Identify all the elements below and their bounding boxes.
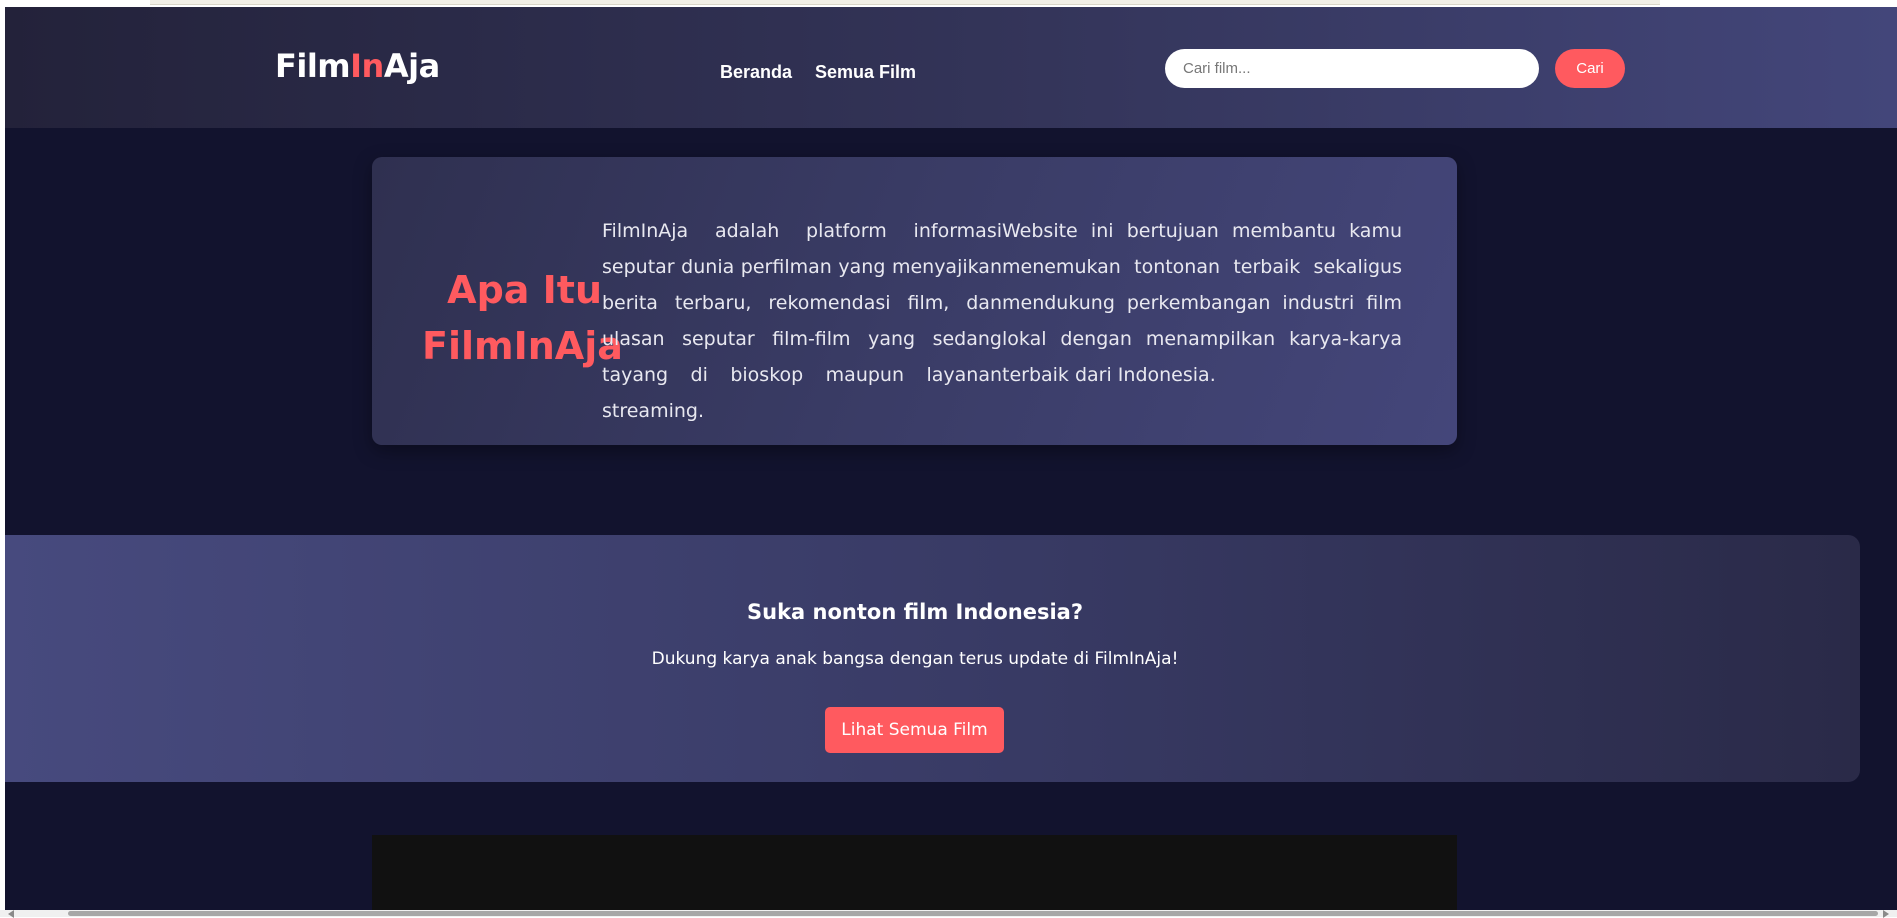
cta-banner: Suka nonton film Indonesia? Dukung karya… bbox=[5, 535, 1860, 782]
logo-text-in: In bbox=[350, 47, 384, 85]
about-card: Apa Itu FilmInAja FilmInAja adalah platf… bbox=[372, 157, 1457, 445]
page-frame: FilmInAja Beranda Semua Film Cari Apa It… bbox=[5, 7, 1897, 913]
video-panel bbox=[372, 835, 1457, 913]
about-text-columns: FilmInAja adalah platform informasi sepu… bbox=[602, 213, 1402, 429]
nav-link-semua-film[interactable]: Semua Film bbox=[815, 62, 916, 83]
search-input[interactable] bbox=[1165, 49, 1539, 88]
about-title: Apa Itu FilmInAja bbox=[422, 268, 623, 368]
nav-link-beranda[interactable]: Beranda bbox=[720, 62, 792, 83]
about-text-column-1: FilmInAja adalah platform informasi sepu… bbox=[602, 220, 1002, 422]
logo-text-film: Film bbox=[275, 47, 351, 85]
logo-text-aja: Aja bbox=[383, 47, 440, 85]
navbar: FilmInAja Beranda Semua Film Cari bbox=[5, 7, 1897, 128]
about-text-column-2: Website ini bertujuan membantu kamu mene… bbox=[1002, 220, 1402, 386]
see-all-films-button[interactable]: Lihat Semua Film bbox=[825, 707, 1004, 753]
scrollbar-thumb[interactable] bbox=[68, 911, 1878, 916]
horizontal-scrollbar[interactable] bbox=[0, 910, 1897, 918]
cta-title: Suka nonton film Indonesia? bbox=[747, 600, 1083, 624]
search-button[interactable]: Cari bbox=[1555, 49, 1625, 88]
site-logo[interactable]: FilmInAja bbox=[275, 47, 440, 85]
browser-top-strip bbox=[150, 0, 1660, 5]
cta-text: Dukung karya anak bangsa dengan terus up… bbox=[651, 649, 1179, 669]
